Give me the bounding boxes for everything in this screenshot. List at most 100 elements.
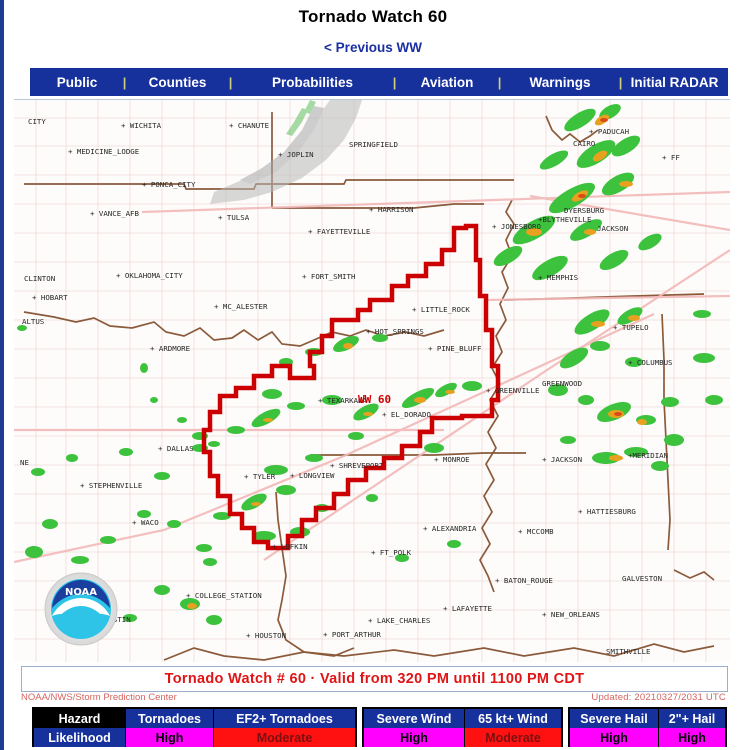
hazard-group-wind: Severe Wind 65 kt+ Wind High Moderate xyxy=(362,707,563,747)
watch-validity-banner: Tornado Watch # 60 · Valid from 320 PM u… xyxy=(21,666,728,692)
svg-text:+ LAFAYETTE: + LAFAYETTE xyxy=(443,604,492,613)
svg-text:CLINTON: CLINTON xyxy=(24,274,55,283)
hazard-header-row: Hazard Tornadoes EF2+ Tornadoes xyxy=(34,709,355,728)
svg-text:+ ALEXANDRIA: + ALEXANDRIA xyxy=(423,524,477,533)
svg-text:+ GREENVILLE: + GREENVILLE xyxy=(486,386,539,395)
svg-text:+ JOPLIN: + JOPLIN xyxy=(278,150,314,159)
svg-text:+ PINE_BLUFF: + PINE_BLUFF xyxy=(428,344,482,353)
svg-text:CAIRO: CAIRO xyxy=(573,139,596,148)
hazard-value-tornadoes: High xyxy=(126,728,214,747)
svg-text:JACKSON: JACKSON xyxy=(597,224,628,233)
svg-text:+ MEMPHIS: + MEMPHIS xyxy=(538,273,578,282)
hazard-header-row: Severe Hail 2"+ Hail xyxy=(570,709,725,728)
radar-watch-map[interactable]: CITY + WICHITA + CHANUTE + PADUCAH CAIRO… xyxy=(14,99,730,662)
hazard-group-hail: Severe Hail 2"+ Hail High High xyxy=(568,707,727,747)
svg-text:+ NEW_ORLEANS: + NEW_ORLEANS xyxy=(542,610,600,619)
svg-text:+ CHANUTE: + CHANUTE xyxy=(229,121,269,130)
hazard-value-row: High Moderate xyxy=(364,728,561,747)
nav-item-probabilities[interactable]: Probabilities xyxy=(232,69,393,95)
svg-text:+ WICHITA: + WICHITA xyxy=(121,121,162,130)
svg-text:+ HATTIESBURG: + HATTIESBURG xyxy=(578,507,636,516)
svg-text:+ PADUCAH: + PADUCAH xyxy=(589,127,629,136)
hazard-likelihood-table: Hazard Tornadoes EF2+ Tornadoes Likeliho… xyxy=(32,707,727,747)
credit-row: NOAA/NWS/Storm Prediction Center Updated… xyxy=(21,692,728,703)
svg-text:+ JONESBORO: + JONESBORO xyxy=(492,222,541,231)
svg-text:+ WACO: + WACO xyxy=(132,518,159,527)
nav-item-warnings[interactable]: Warnings xyxy=(501,69,619,95)
hazard-value-severe-wind: High xyxy=(364,728,465,747)
hazard-header-65kt-wind: 65 kt+ Wind xyxy=(465,709,561,728)
map-canvas: CITY + WICHITA + CHANUTE + PADUCAH CAIRO… xyxy=(14,100,730,662)
svg-text:+BLYTHEVILLE: +BLYTHEVILLE xyxy=(538,215,591,224)
svg-text:+ HOUSTON: + HOUSTON xyxy=(246,631,286,640)
nav-item-counties[interactable]: Counties xyxy=(126,69,229,95)
hazard-row-label-likelihood: Likelihood xyxy=(34,728,126,747)
svg-text:SMITHVILLE: SMITHVILLE xyxy=(606,647,651,656)
hazard-value-65kt-wind: Moderate xyxy=(465,728,561,747)
svg-text:+MERIDIAN: +MERIDIAN xyxy=(628,451,668,460)
svg-text:+ HOT_SPRINGS: + HOT_SPRINGS xyxy=(366,327,424,336)
svg-text:NE: NE xyxy=(20,458,29,467)
svg-text:+ SHREVEPORT: + SHREVEPORT xyxy=(330,461,384,470)
svg-text:+ MCCOMB: + MCCOMB xyxy=(518,527,554,536)
svg-text:+ HOBART: + HOBART xyxy=(32,293,68,302)
hazard-value-row: Likelihood High Moderate xyxy=(34,728,355,747)
svg-text:+ DALLAS: + DALLAS xyxy=(158,444,194,453)
hazard-group-tornado: Hazard Tornadoes EF2+ Tornadoes Likeliho… xyxy=(32,707,357,747)
hazard-value-ef2: Moderate xyxy=(214,728,355,747)
svg-text:+ TUPELO: + TUPELO xyxy=(613,323,649,332)
hazard-header-severe-wind: Severe Wind xyxy=(364,709,465,728)
svg-text:+ MC_ALESTER: + MC_ALESTER xyxy=(214,302,268,311)
page-title: Tornado Watch 60 xyxy=(298,7,448,26)
svg-text:+ OKLAHOMA_CITY: + OKLAHOMA_CITY xyxy=(116,271,183,280)
svg-text:CITY: CITY xyxy=(28,117,46,126)
svg-text:+ MEDICINE_LODGE: + MEDICINE_LODGE xyxy=(68,147,139,156)
svg-text:+ PORT_ARTHUR: + PORT_ARTHUR xyxy=(323,630,381,639)
hazard-header-hazard: Hazard xyxy=(34,709,126,728)
svg-text:+ HARRISON: + HARRISON xyxy=(369,205,414,214)
svg-text:GREENWOOD: GREENWOOD xyxy=(542,379,582,388)
svg-text:+ LONGVIEW: + LONGVIEW xyxy=(290,471,335,480)
hazard-header-ef2: EF2+ Tornadoes xyxy=(214,709,355,728)
source-credit: NOAA/NWS/Storm Prediction Center xyxy=(21,692,177,703)
svg-text:+ COLUMBUS: + COLUMBUS xyxy=(628,358,673,367)
nav-item-aviation[interactable]: Aviation xyxy=(396,69,498,95)
svg-text:+ COLLEGE_STATION: + COLLEGE_STATION xyxy=(186,591,262,600)
hazard-header-2in-hail: 2"+ Hail xyxy=(659,709,725,728)
svg-text:+ LAKE_CHARLES: + LAKE_CHARLES xyxy=(368,616,430,625)
svg-text:+ TYLER: + TYLER xyxy=(244,472,276,481)
svg-text:+ LITTLE_ROCK: + LITTLE_ROCK xyxy=(412,305,470,314)
svg-text:+ VANCE_AFB: + VANCE_AFB xyxy=(90,209,139,218)
svg-text:SPRINGFIELD: SPRINGFIELD xyxy=(349,140,398,149)
svg-text:+ PONCA_CITY: + PONCA_CITY xyxy=(142,180,196,189)
svg-text:+ MONROE: + MONROE xyxy=(434,455,470,464)
noaa-logo: NOAA xyxy=(44,572,118,646)
hazard-value-2in-hail: High xyxy=(659,728,725,747)
svg-text:+ TULSA: + TULSA xyxy=(218,213,250,222)
svg-text:+ FAYETTEVILLE: + FAYETTEVILLE xyxy=(308,227,370,236)
svg-text:+ BATON_ROUGE: + BATON_ROUGE xyxy=(495,576,553,585)
svg-text:+ FT_POLK: + FT_POLK xyxy=(371,548,412,557)
svg-text:ALTUS: ALTUS xyxy=(22,317,44,326)
product-nav-bar: Public Counties Probabilities Aviation W… xyxy=(30,68,728,96)
svg-text:+ EL_DORADO: + EL_DORADO xyxy=(382,410,431,419)
nav-item-initial-radar[interactable]: Initial RADAR xyxy=(622,69,727,95)
svg-text:+ ARDMORE: + ARDMORE xyxy=(150,344,190,353)
hazard-value-severe-hail: High xyxy=(570,728,659,747)
hazard-header-tornadoes: Tornadoes xyxy=(126,709,214,728)
svg-text:GALVESTON: GALVESTON xyxy=(622,574,662,583)
previous-ww-link[interactable]: < Previous WW xyxy=(4,40,742,55)
svg-text:+ JACKSON: + JACKSON xyxy=(542,455,582,464)
svg-text:+ FF: + FF xyxy=(662,153,680,162)
svg-text:+ LUFKIN: + LUFKIN xyxy=(272,542,308,551)
spc-watch-page: Tornado Watch 60 < Previous WW Public Co… xyxy=(0,0,742,750)
hazard-header-severe-hail: Severe Hail xyxy=(570,709,659,728)
hazard-value-row: High High xyxy=(570,728,725,747)
svg-text:+ FORT_SMITH: + FORT_SMITH xyxy=(302,272,355,281)
hazard-header-row: Severe Wind 65 kt+ Wind xyxy=(364,709,561,728)
svg-text:DYERSBURG: DYERSBURG xyxy=(564,206,604,215)
watch-validity-text: Tornado Watch # 60 · Valid from 320 PM u… xyxy=(164,671,585,687)
svg-text:NOAA: NOAA xyxy=(65,587,97,598)
svg-text:+ STEPHENVILLE: + STEPHENVILLE xyxy=(80,481,142,490)
nav-item-public[interactable]: Public xyxy=(31,69,123,95)
